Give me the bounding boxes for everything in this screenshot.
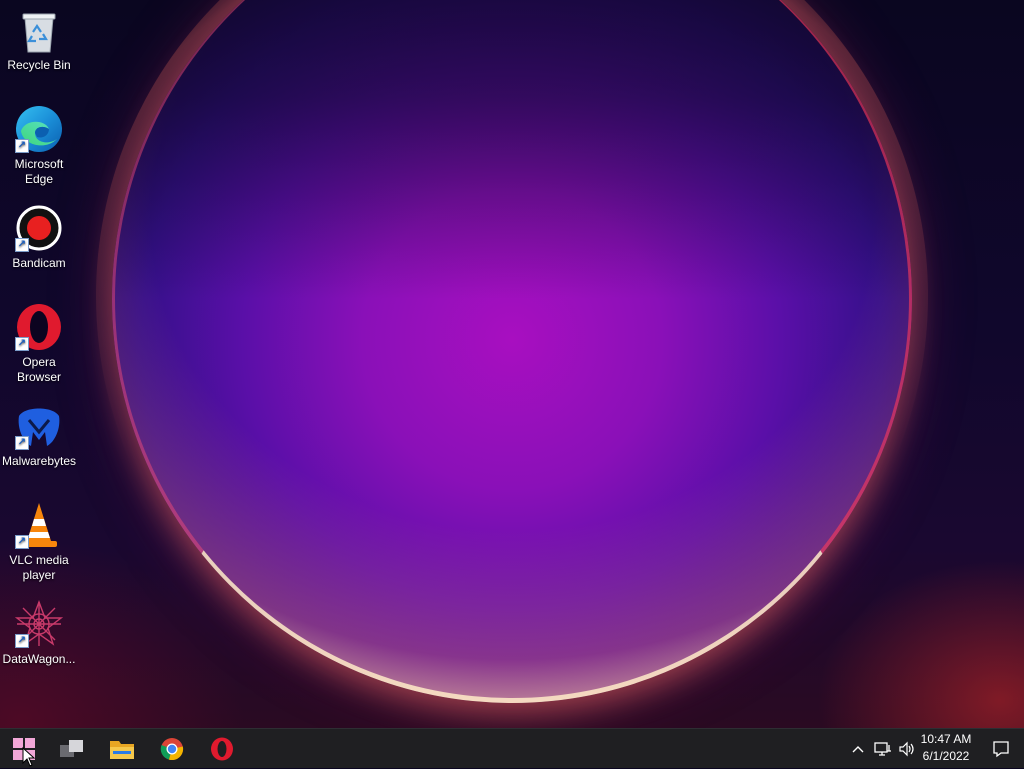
speaker-icon: [899, 741, 914, 757]
clock-time: 10:47 AM: [920, 732, 972, 746]
desktop-icon-vlc[interactable]: ↗ VLC media player: [0, 495, 78, 583]
shortcut-arrow-icon: ↗: [15, 139, 29, 153]
desktop-icon-label: VLC media player: [9, 553, 69, 582]
desktop-icon-label: Malwarebytes: [1, 454, 77, 468]
desktop-icon-label: Opera Browser: [16, 355, 61, 384]
datawagon-icon: ↗: [14, 600, 64, 648]
recycle-bin-icon: [15, 6, 63, 54]
desktop-icon-label: Recycle Bin: [7, 58, 71, 72]
clock-date: 6/1/2022: [922, 749, 970, 763]
opera-icon: [211, 737, 233, 761]
chevron-up-icon: [852, 746, 864, 753]
desktop-wallpaper: [0, 0, 1024, 728]
desktop-icon-bandicam[interactable]: ↗ Bandicam: [0, 198, 78, 271]
shortcut-arrow-icon: ↗: [15, 634, 29, 648]
notification-icon: [993, 741, 1009, 758]
vlc-icon: ↗: [15, 501, 63, 549]
chrome-button[interactable]: [148, 729, 196, 769]
notifications-button[interactable]: [988, 729, 1014, 769]
desktop-icon-label: DataWagon...: [2, 652, 76, 666]
desktop-icon-opera-browser[interactable]: ↗ Opera Browser: [0, 297, 78, 385]
task-view-icon: [60, 740, 83, 757]
clock[interactable]: 10:47 AM 6/1/2022: [916, 731, 976, 765]
network-button[interactable]: [872, 729, 894, 769]
desktop-icon-recycle-bin[interactable]: Recycle Bin: [0, 0, 78, 73]
bandicam-icon: ↗: [15, 204, 63, 252]
shortcut-arrow-icon: ↗: [15, 238, 29, 252]
desktop-icon-label: Bandicam: [12, 256, 66, 270]
opera-taskbar-button[interactable]: [198, 729, 246, 769]
file-explorer-button[interactable]: [98, 729, 146, 769]
desktop-icon-malwarebytes[interactable]: ↗ Malwarebytes: [0, 396, 78, 469]
shortcut-arrow-icon: ↗: [15, 535, 29, 549]
task-view-button[interactable]: [48, 729, 96, 769]
shortcut-arrow-icon: ↗: [15, 337, 29, 351]
network-icon: [874, 742, 891, 756]
shortcut-arrow-icon: ↗: [15, 436, 29, 450]
file-explorer-icon: [110, 741, 134, 759]
desktop-icon-microsoft-edge[interactable]: ↗ Microsoft Edge: [0, 99, 78, 187]
chrome-icon: [160, 738, 184, 761]
show-hidden-icons-button[interactable]: [848, 729, 868, 769]
malwarebytes-icon: ↗: [15, 402, 63, 450]
mouse-cursor-icon: [22, 747, 36, 767]
taskbar: 10:47 AM 6/1/2022: [0, 728, 1024, 768]
desktop-icon-label: Microsoft Edge: [14, 157, 64, 186]
volume-button[interactable]: [896, 729, 918, 769]
edge-icon: ↗: [15, 105, 63, 153]
desktop-icon-datawagon[interactable]: ↗ DataWagon...: [0, 594, 78, 667]
opera-icon: ↗: [15, 303, 63, 351]
